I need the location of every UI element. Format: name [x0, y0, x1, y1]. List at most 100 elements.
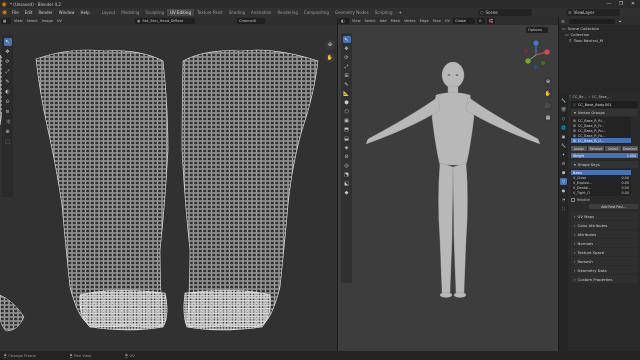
- uv-menu-uv[interactable]: UV: [55, 19, 64, 23]
- uv-island-right-foot[interactable]: [183, 290, 271, 331]
- viewport-tool-icon[interactable]: ⬡: [343, 108, 351, 115]
- shape-keys-panel-header[interactable]: ▾ Shape Keys: [571, 161, 638, 168]
- shape-key-row[interactable]: V_Tight_O 0.00: [571, 190, 631, 195]
- image-selector[interactable]: ▣ Std_Skin_Head_Diffuse: [134, 18, 195, 24]
- tab-scripting[interactable]: Scripting: [372, 9, 396, 16]
- viewport-tool-icon[interactable]: ▣: [343, 117, 351, 124]
- vp-menu-mesh[interactable]: Mesh: [389, 19, 402, 23]
- uv-tool-icon[interactable]: ⟳: [4, 58, 12, 66]
- properties-tab-icon[interactable]: ▽: [560, 178, 567, 185]
- uv-island-right[interactable]: [181, 49, 319, 328]
- panel-attributes[interactable]: › Attributes: [571, 230, 638, 238]
- relative-checkbox[interactable]: [571, 198, 575, 202]
- tab-sculpting[interactable]: Sculpting: [142, 9, 167, 16]
- properties-tab-icon[interactable]: ⚙: [560, 160, 567, 167]
- tab-animation[interactable]: Animation: [248, 9, 274, 16]
- remove-button[interactable]: Remove: [588, 146, 604, 151]
- vertex-group-row[interactable]: ⊞ CC_Base_R_U...: [571, 138, 631, 143]
- menu-file[interactable]: File: [9, 10, 22, 15]
- uv-menu-image[interactable]: Image: [40, 19, 55, 23]
- tab-layout[interactable]: Layout: [99, 9, 119, 16]
- viewport-tool-icon[interactable]: ◈: [343, 144, 351, 151]
- viewport-tool-icon[interactable]: ✥: [343, 45, 351, 52]
- minimize-button[interactable]: —: [603, 0, 615, 8]
- properties-tab-icon[interactable]: ⬢: [560, 169, 567, 176]
- scene-selector[interactable]: ⬡ Scene: [478, 9, 532, 16]
- properties-tab-icon[interactable]: ✦: [560, 151, 567, 158]
- orientation-selector[interactable]: Global: [452, 18, 475, 24]
- tab-modeling[interactable]: Modeling: [118, 9, 142, 16]
- uv-editor-canvas[interactable]: ↖ ✥ ⟳ ⤢ ✎ ◐ ⊙ ≡ ⤨ ⊕ ⬚ ⊕ ✋: [0, 25, 337, 351]
- tab-uv-editing[interactable]: UV Editing: [167, 9, 194, 16]
- panel-uv-maps[interactable]: › UV Maps: [571, 212, 638, 220]
- vp-menu-uv[interactable]: UV: [443, 19, 452, 23]
- viewport-tool-icon[interactable]: ⟳: [343, 54, 351, 61]
- weight-slider[interactable]: Weight 1.000: [571, 153, 638, 158]
- properties-tab-icon[interactable]: ●: [560, 187, 567, 194]
- uv-tool-icon[interactable]: ⊕: [4, 128, 12, 136]
- vp-menu-vertex[interactable]: Vertex: [402, 19, 418, 23]
- viewport-tool-icon[interactable]: ◎: [343, 162, 351, 169]
- viewport-tool-icon[interactable]: ⬔: [343, 171, 351, 178]
- panel-normals[interactable]: › Normals: [571, 239, 638, 247]
- uv-tool-icon[interactable]: ⊙: [4, 98, 12, 106]
- character-mesh[interactable]: [358, 55, 548, 305]
- outliner-icon[interactable]: ☰: [561, 19, 565, 24]
- menu-help[interactable]: Help: [77, 10, 92, 15]
- properties-tab-icon[interactable]: 🎬: [560, 106, 567, 113]
- viewport-tool-icon[interactable]: ⬕: [343, 180, 351, 187]
- panel-geometry-data[interactable]: › Geometry Data: [571, 266, 638, 274]
- blender-menu-icon[interactable]: ◉: [0, 9, 9, 16]
- viewport-options-button[interactable]: Options: [526, 27, 548, 33]
- vp-menu-add[interactable]: Add: [378, 19, 389, 23]
- add-workspace-button[interactable]: +: [396, 10, 405, 15]
- uv-island-left[interactable]: [35, 49, 169, 328]
- maximize-button[interactable]: ❐: [615, 0, 627, 8]
- tab-rendering[interactable]: Rendering: [274, 9, 300, 16]
- object-name-field[interactable]: ▽ CC_Base_Body.001: [571, 101, 638, 108]
- viewport-tool-icon[interactable]: ⬓: [343, 135, 351, 142]
- uv-menu-view[interactable]: View: [12, 19, 25, 23]
- properties-tab-icon[interactable]: 🔧: [560, 97, 567, 104]
- uv-map-selector[interactable]: Channel0: [236, 18, 265, 24]
- viewport-tool-icon[interactable]: ⬒: [343, 126, 351, 133]
- filter-icon[interactable]: ⏷: [619, 19, 622, 24]
- tab-texture-paint[interactable]: Texture Paint: [194, 9, 226, 16]
- close-button[interactable]: ✕: [627, 0, 639, 8]
- viewport-tool-icon[interactable]: ⊘: [343, 153, 351, 160]
- properties-tab-icon[interactable]: ⬡: [560, 115, 567, 122]
- vertex-groups-panel-header[interactable]: ▾ Vertex Groups: [571, 109, 638, 116]
- shape-key-value[interactable]: 0.00: [621, 176, 629, 180]
- uv-tool-icon[interactable]: ⤨: [4, 118, 12, 126]
- uv-tool-icon[interactable]: ≡: [4, 108, 12, 116]
- menu-window[interactable]: Window: [56, 10, 78, 15]
- panel-remesh[interactable]: › Remesh: [571, 257, 638, 265]
- outliner-search-input[interactable]: [568, 18, 615, 24]
- menu-render[interactable]: Render: [35, 10, 55, 15]
- viewport-tool-icon[interactable]: ⬢: [343, 99, 351, 106]
- uv-tool-icon[interactable]: ✥: [4, 48, 12, 56]
- properties-tab-icon[interactable]: 🌐: [560, 124, 567, 131]
- tab-compositing[interactable]: Compositing: [301, 9, 332, 16]
- panel-custom-properties[interactable]: › Custom Properties: [571, 275, 638, 283]
- uv-island-left-foot[interactable]: [79, 290, 168, 331]
- uv-island-partial-left[interactable]: [0, 294, 25, 332]
- outliner-row-toon-neutral[interactable]: ⚲ Toon Neutral_M: [559, 37, 640, 43]
- viewport-tool-icon[interactable]: 📐: [343, 90, 351, 97]
- viewport-tool-icon[interactable]: ⤢: [343, 63, 351, 70]
- vp-menu-select[interactable]: Select: [363, 19, 378, 23]
- snap-icon[interactable]: 🧲: [486, 18, 495, 24]
- viewport-tool-icon[interactable]: ◆: [343, 189, 351, 196]
- viewport-tool-icon[interactable]: ✎: [343, 81, 351, 88]
- viewport-editor-type-button[interactable]: ◧: [339, 18, 349, 24]
- viewport-tool-icon[interactable]: ⊞: [343, 72, 351, 79]
- deselect-button[interactable]: Deselect: [622, 146, 638, 151]
- properties-tab-icon[interactable]: ⛶: [560, 205, 567, 212]
- panel-texture-space[interactable]: › Texture Space: [571, 248, 638, 256]
- vp-menu-edge[interactable]: Edge: [418, 19, 431, 23]
- uv-tool-icon[interactable]: ◐: [4, 88, 12, 96]
- uv-menu-select[interactable]: Select: [25, 19, 40, 23]
- vp-menu-view[interactable]: View: [350, 19, 363, 23]
- uv-tool-icon[interactable]: ⤢: [4, 68, 12, 76]
- pivot-icon[interactable]: ⊙: [476, 18, 485, 24]
